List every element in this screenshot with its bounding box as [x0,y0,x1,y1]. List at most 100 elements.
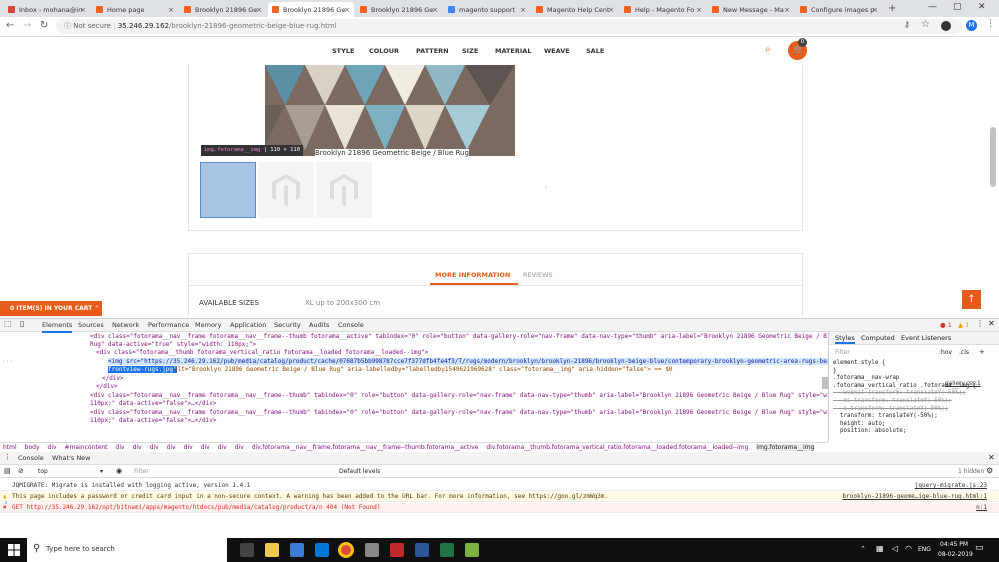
clock-time[interactable]: 04:45 PM [940,541,968,548]
devtools-tab-audits[interactable]: Audits [309,321,329,329]
breadcrumb-item[interactable]: div [48,444,57,451]
breadcrumb-item[interactable]: div [235,444,244,451]
eye-icon[interactable]: ◉ [116,467,122,475]
browser-tab[interactable]: Help - Magento Fo × [620,2,706,17]
style-rule-line[interactable]: } [833,368,976,376]
notifications-icon[interactable]: ▭ [975,543,984,553]
console-source-link[interactable]: n:1 [976,504,987,511]
close-devtools-icon[interactable]: ✕ [988,319,995,328]
tab-close-icon[interactable]: × [696,6,702,14]
code-line[interactable]: <div class="fotorama__nav__frame fotoram… [90,333,828,340]
forward-icon[interactable]: → [23,20,31,31]
menu-kebab-icon[interactable]: ⋮ [986,19,995,29]
devtools-tab-performance[interactable]: Performance [148,321,189,329]
styles-source-link[interactable]: gallery.css:1 [945,381,981,387]
close-drawer-icon[interactable]: ✕ [988,453,995,462]
tab-close-icon[interactable]: × [784,6,790,14]
clear-console-icon[interactable]: ⊘ [18,467,24,475]
scroll-to-top-button[interactable]: ↑ [962,290,981,309]
breadcrumb-item[interactable]: div [201,444,210,451]
extension-icon[interactable] [941,21,951,31]
thumbnail-2[interactable] [258,162,314,218]
new-tab-icon[interactable]: + [888,3,896,14]
devtools-tab-application[interactable]: Application [230,321,266,329]
breadcrumb-item[interactable]: div [116,444,125,451]
device-toggle-icon[interactable]: ▯ [20,319,24,328]
browser-tab[interactable]: Home page × [92,2,178,17]
style-rule-line[interactable]: transform: translateY(-50%); [833,413,976,421]
word-icon[interactable] [415,543,429,557]
tab-more-information[interactable]: MORE INFORMATION [435,271,510,279]
code-line[interactable]: 110px;" data-active="false">…</div> [90,400,216,407]
code-line[interactable]: </div> [96,383,118,390]
warning-count[interactable]: ▲ 1 [958,321,969,329]
tab-close-icon[interactable]: × [168,6,174,14]
excel-icon[interactable] [440,543,454,557]
tab-close-icon[interactable]: × [872,6,878,14]
devtools-tab-console[interactable]: Console [338,321,364,329]
styles-tab-styles[interactable]: Styles [835,334,855,344]
browser-tab[interactable]: Magento Help Cent × [532,2,618,17]
breadcrumb-item[interactable]: div [218,444,227,451]
maximize-icon[interactable]: ▢ [953,2,962,12]
clock-date[interactable]: 08-02-2019 [938,551,973,558]
code-line[interactable]: <div class="fotorama__thumb fotorama_ver… [96,349,428,356]
selected-node-dots[interactable]: ··· [2,358,13,365]
style-rule-line[interactable]: -webkit-transform: translateY(-50%); [833,390,976,398]
console-filter[interactable]: Filter [134,468,149,475]
selected-img-src-end[interactable]: frontview-rugs.jpg" [108,366,177,373]
breadcrumb-item[interactable]: #maincontent [65,444,108,451]
devtools-tab-network[interactable]: Network [112,321,139,329]
code-line[interactable]: Rug" data-active="true" style="width: 11… [90,341,256,348]
language-indicator[interactable]: ENG [918,546,931,553]
breadcrumb-item[interactable]: div [167,444,176,451]
code-line[interactable]: </div> [102,375,124,382]
nav-item-style[interactable]: STYLE [332,47,354,55]
search-icon[interactable]: ⌕ [765,44,771,55]
breadcrumb-item[interactable]: div [150,444,159,451]
style-rule-line[interactable]: position: absolute; [833,428,976,436]
styles-tab-event-listeners[interactable]: Event Listeners [901,334,951,342]
breadcrumb-item[interactable]: div [184,444,193,451]
console-sidebar-icon[interactable]: ▤ [4,467,11,475]
tab-close-icon[interactable]: × [256,6,262,14]
volume-icon[interactable]: ◁ [892,544,898,553]
chrome-icon[interactable] [338,542,354,558]
reload-icon[interactable]: ↻ [40,20,48,31]
browser-tab[interactable]: Brooklyn 21896 Ge × [356,2,442,17]
levels-dropdown[interactable]: Default levels [339,468,380,475]
browser-tab[interactable]: Brooklyn 21896 Ge × [268,2,354,17]
minicart-bar[interactable]: 0 ITEM(S) IN YOUR CART ⌃ [0,301,102,316]
thumbnail-3[interactable] [316,162,372,218]
browser-tab[interactable]: Configure images p × [796,2,882,17]
back-icon[interactable]: ← [6,20,14,31]
breadcrumb-item[interactable]: img.fotorama__img [756,444,815,451]
tab-reviews[interactable]: REVIEWS [523,271,553,279]
style-rule-line[interactable]: -o-transform: translateY(-50%); [833,406,976,414]
nav-item-sale[interactable]: SALE [586,47,604,55]
bookmark-star-icon[interactable]: ☆ [921,19,930,30]
context-selector[interactable]: top [38,468,48,475]
close-window-icon[interactable]: ✕ [978,2,986,12]
devtools-menu-icon[interactable]: ⋮ [976,319,984,328]
style-rule-line[interactable]: height: auto; [833,421,976,429]
browser-tab[interactable]: magento support × [444,2,530,17]
styles-filter[interactable]: Filter [835,349,850,356]
hov-toggle[interactable]: :hov [939,349,952,356]
page-scrollbar[interactable] [990,127,996,187]
tab-close-icon[interactable]: × [80,6,86,14]
console-source-link[interactable]: jquery-migrate.js:23 [915,482,987,489]
app-icon[interactable] [365,543,379,557]
file-explorer-icon[interactable] [265,543,279,557]
nav-item-colour[interactable]: COLOUR [369,47,399,55]
tab-close-icon[interactable]: × [344,6,350,14]
network-icon[interactable]: ▦ [876,544,884,553]
task-view-icon[interactable] [240,543,254,557]
cls-toggle[interactable]: .cls [959,349,969,356]
code-line[interactable]: <div class="fotorama__nav__frame fotoram… [90,409,828,416]
browser-tab[interactable]: Inbox - mohana@in × [4,2,90,17]
windows-start-icon[interactable] [8,544,20,556]
browser-tab[interactable]: New Message - Ma × [708,2,794,17]
edge-icon[interactable] [315,543,329,557]
devtools-tab-memory[interactable]: Memory [195,321,221,329]
